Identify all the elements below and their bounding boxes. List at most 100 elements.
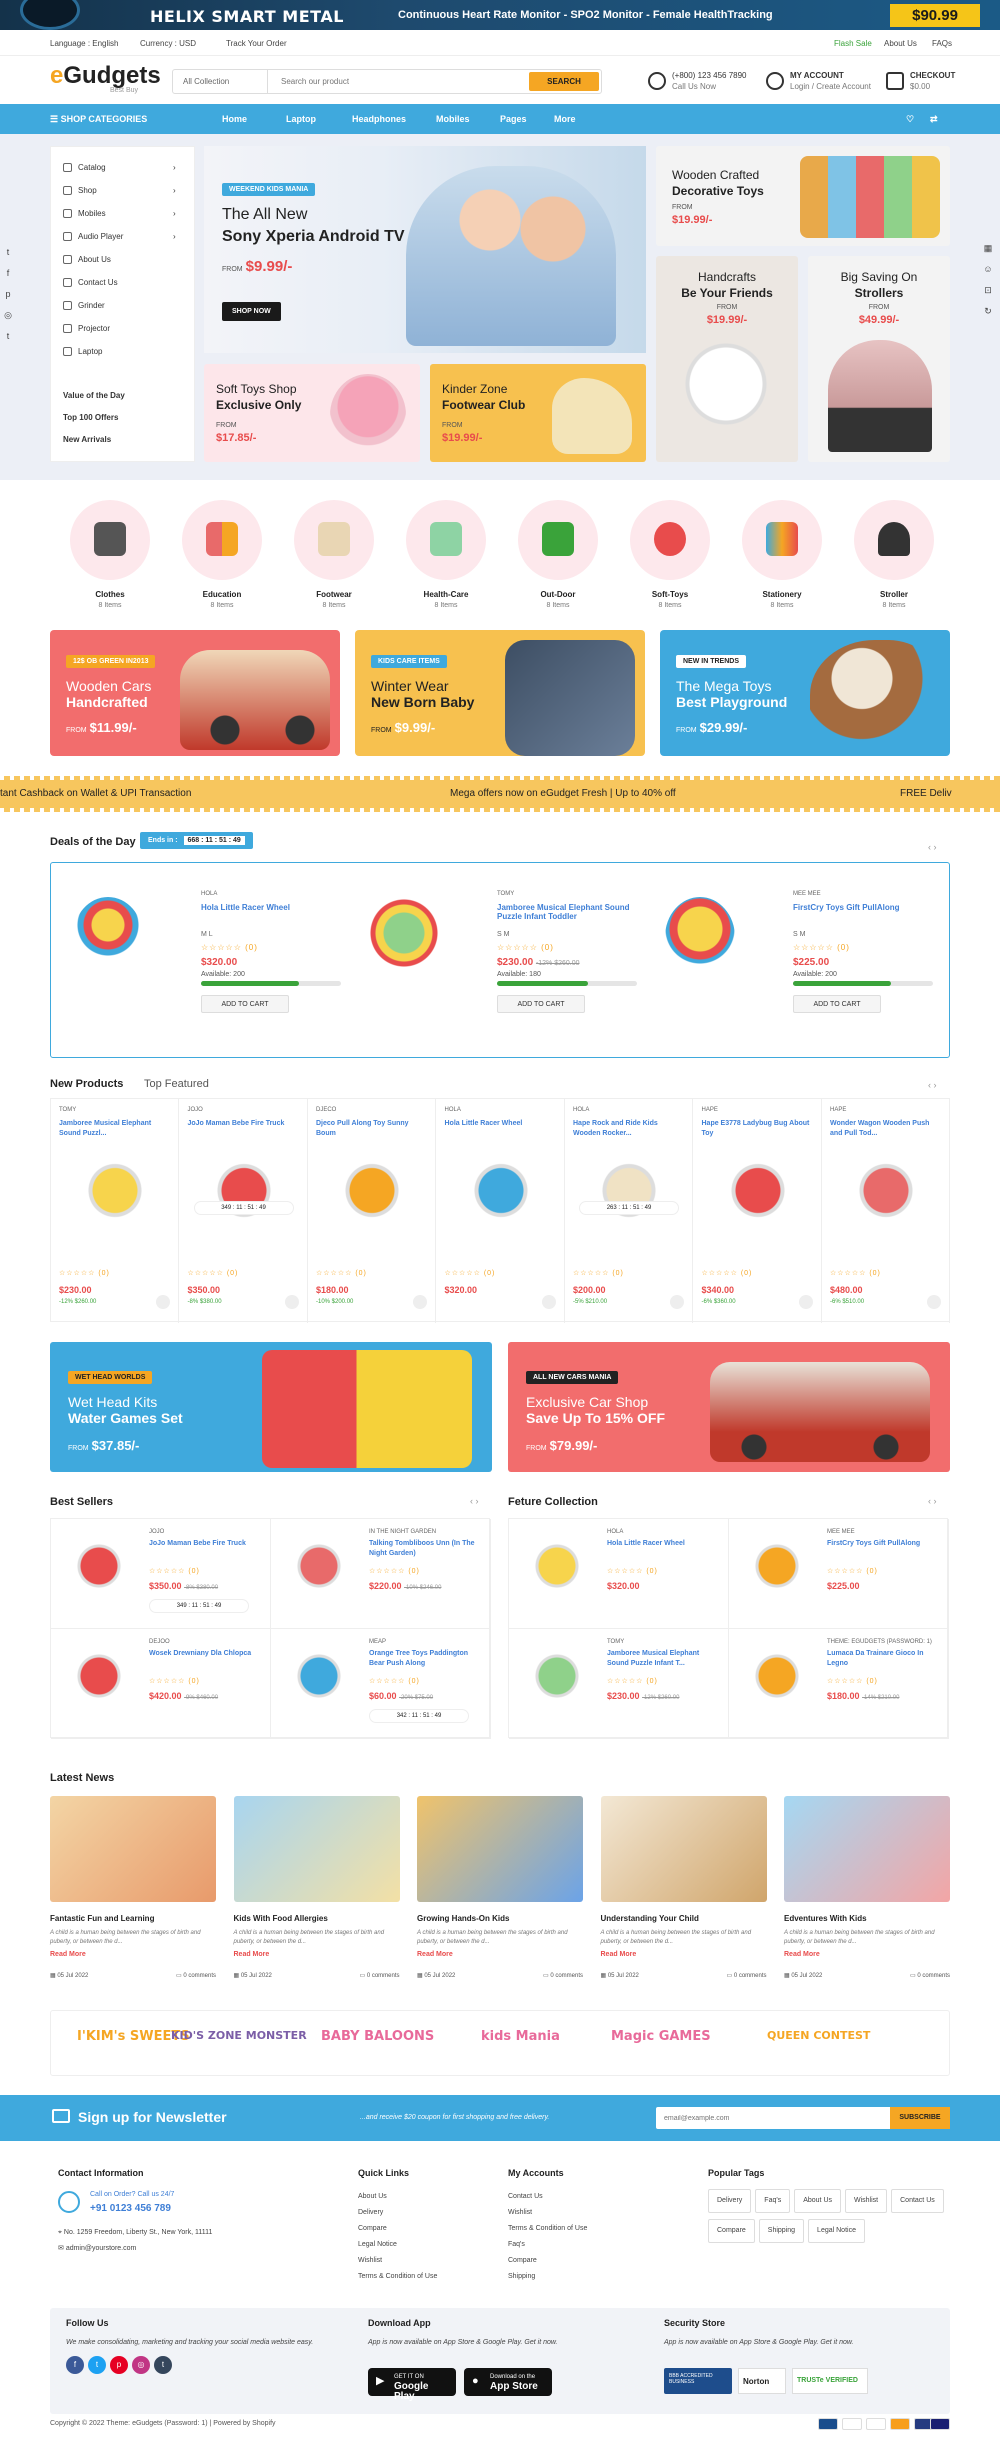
footer-link[interactable]: Contact Us <box>508 2189 587 2205</box>
product-name[interactable]: Orange Tree Toys Paddington Bear Push Al… <box>369 1649 484 1669</box>
product-name[interactable]: JoJo Maman Bebe Fire Truck <box>188 1119 300 1129</box>
tab-new-products[interactable]: New Products <box>50 1078 123 1090</box>
sidebar-item-laptop[interactable]: Laptop <box>63 347 102 356</box>
category-out-door[interactable]: Out-Door 8 Items <box>518 500 598 609</box>
footer-link[interactable]: Delivery <box>358 2205 437 2221</box>
footer-link[interactable]: About Us <box>358 2189 437 2205</box>
footer-link[interactable]: Faq's <box>508 2237 587 2253</box>
category-stroller[interactable]: Stroller 8 Items <box>854 500 934 609</box>
nav-pages[interactable]: Pages <box>500 114 527 124</box>
promo-soft-toys[interactable]: Soft Toys Shop Exclusive Only FROM $17.8… <box>204 364 420 462</box>
deals-nav-arrows[interactable]: ‹ › <box>928 842 937 852</box>
facebook-icon[interactable]: f <box>0 265 16 281</box>
sidebar-item-about[interactable]: About Us <box>63 255 111 264</box>
instagram-icon[interactable]: ◎ <box>132 2356 150 2374</box>
product-card[interactable]: DJECO Djeco Pull Along Toy Sunny Boum ☆☆☆☆… <box>308 1099 436 1323</box>
footer-phone[interactable]: +91 0123 456 789 <box>90 2201 258 2217</box>
deal-card[interactable]: TOMY Jamboree Musical Elephant Sound Puzz… <box>357 887 647 1037</box>
footer-email[interactable]: admin@yourstore.com <box>66 2245 137 2252</box>
news-title[interactable]: Growing Hands-On Kids <box>417 1914 583 1923</box>
list-item[interactable]: TOMY Jamboree Musical Elephant Sound Puzz… <box>509 1629 729 1739</box>
phone-info[interactable]: (+800) 123 456 7890 Call Us Now <box>648 70 747 92</box>
news-title[interactable]: Fantastic Fun and Learning <box>50 1914 216 1923</box>
tab-top-featured[interactable]: Top Featured <box>144 1078 209 1090</box>
footer-tag[interactable]: Delivery <box>708 2189 752 2213</box>
language-select[interactable]: Language : English <box>50 39 119 48</box>
news-card[interactable]: Growing Hands-On Kids A child is a human … <box>417 1796 583 1996</box>
brand-logo[interactable]: Magic GAMES <box>611 2029 711 2044</box>
account-icon[interactable]: ☺ <box>980 261 996 277</box>
footer-tag[interactable]: Legal Notice <box>808 2219 865 2243</box>
cart-icon[interactable] <box>541 1295 556 1309</box>
deal-card[interactable]: HOLA Hola Little Racer Wheel M L ☆☆☆☆☆ (0)… <box>61 887 351 1037</box>
footer-link[interactable]: Wishlist <box>508 2205 587 2221</box>
tumblr-icon[interactable]: t <box>0 328 16 344</box>
sidebar-item-audio[interactable]: Audio Player › <box>63 232 176 241</box>
sidebar-item-grinder[interactable]: Grinder <box>63 301 105 310</box>
news-title[interactable]: Edventures With Kids <box>784 1914 950 1923</box>
read-more-link[interactable]: Read More <box>601 1951 767 1958</box>
sidebar-item-contact[interactable]: Contact Us <box>63 278 118 287</box>
list-item[interactable]: MEAP Orange Tree Toys Paddington Bear Pus… <box>271 1629 491 1739</box>
nav-mobiles[interactable]: Mobiles <box>436 114 470 124</box>
category-footwear[interactable]: Footwear 8 Items <box>294 500 374 609</box>
brand-logo[interactable]: QUEEN CONTEST <box>767 2029 870 2042</box>
account-info[interactable]: MY ACCOUNT Login / Create Account <box>766 70 871 92</box>
footer-tag[interactable]: About Us <box>794 2189 841 2213</box>
product-name[interactable]: FirstCry Toys Gift PullAlong <box>827 1539 942 1549</box>
promo-strollers[interactable]: Big Saving On Strollers FROM $49.99/- <box>808 256 950 462</box>
hero-slider[interactable]: WEEKEND KIDS MANIA The All New Sony Xper… <box>204 146 646 353</box>
product-name[interactable]: Wosek Drewniany Dla Chlopca <box>149 1649 264 1659</box>
product-name[interactable]: Lumaca Da Trainare Gioco In Legno <box>827 1649 942 1669</box>
footer-link[interactable]: Wishlist <box>358 2253 437 2269</box>
product-card[interactable]: HAPE Wonder Wagon Wooden Push and Pull To… <box>822 1099 950 1323</box>
brand-logo[interactable]: BABY BALOONS <box>321 2029 434 2044</box>
products-nav-arrows[interactable]: ‹ › <box>928 1080 937 1090</box>
read-more-link[interactable]: Read More <box>784 1951 950 1958</box>
wishlist-icon[interactable]: ♡ <box>906 114 914 125</box>
news-card[interactable]: Edventures With Kids A child is a human b… <box>784 1796 950 1996</box>
twitter-icon[interactable]: t <box>0 244 16 260</box>
category-stationery[interactable]: Stationery 8 Items <box>742 500 822 609</box>
search-category-select[interactable]: All Collection <box>173 70 268 93</box>
google-play-button[interactable]: ▶ GET IT ON Google Play <box>368 2368 456 2402</box>
track-order-link[interactable]: Track Your Order <box>226 39 287 48</box>
news-title[interactable]: Understanding Your Child <box>601 1914 767 1923</box>
shop-categories-button[interactable]: ☰ SHOP CATEGORIES <box>50 114 147 125</box>
subscribe-button[interactable]: SUBSCRIBE <box>890 2107 950 2129</box>
facebook-icon[interactable]: f <box>66 2356 84 2374</box>
checkout-info[interactable]: CHECKOUT $0.00 <box>886 70 955 92</box>
banner-wet-head[interactable]: WET HEAD WORLDS Wet Head Kits Water Game… <box>50 1342 492 1472</box>
cart-icon[interactable] <box>413 1295 427 1309</box>
news-title[interactable]: Kids With Food Allergies <box>234 1914 400 1923</box>
calendar-icon[interactable]: ▦ <box>980 240 996 256</box>
read-more-link[interactable]: Read More <box>417 1951 583 1958</box>
pinterest-icon[interactable]: p <box>110 2356 128 2374</box>
footer-tag[interactable]: Contact Us <box>891 2189 944 2213</box>
product-name[interactable]: Hape E3778 Ladybug Bug About Toy <box>702 1119 814 1139</box>
promo-footwear[interactable]: Kinder Zone Footwear Club FROM $19.99/- <box>430 364 646 462</box>
nav-headphones[interactable]: Headphones <box>352 114 406 124</box>
site-logo[interactable]: eGudgets Best Buy <box>50 62 161 94</box>
footer-link[interactable]: Terms & Condition of Use <box>508 2221 587 2237</box>
compare-icon[interactable]: ⇄ <box>930 114 938 125</box>
add-to-cart-button[interactable]: ADD TO CART <box>497 995 585 1013</box>
product-name[interactable]: Djeco Pull Along Toy Sunny Boum <box>316 1119 428 1139</box>
refresh-icon[interactable]: ↻ <box>980 303 996 319</box>
footer-tag[interactable]: Wishlist <box>845 2189 888 2213</box>
footer-link[interactable]: Legal Notice <box>358 2237 437 2253</box>
promo-handcrafts[interactable]: Handcrafts Be Your Friends FROM $19.99/- <box>656 256 798 462</box>
category-health-care[interactable]: Health-Care 8 Items <box>406 500 486 609</box>
pinterest-icon[interactable]: p <box>0 286 16 302</box>
category-clothes[interactable]: Clothes 8 Items <box>70 500 150 609</box>
cart-icon[interactable] <box>670 1295 684 1309</box>
about-link[interactable]: About Us <box>884 39 917 48</box>
footer-link[interactable]: Compare <box>358 2221 437 2237</box>
promo-price[interactable]: $90.99 <box>890 4 980 27</box>
read-more-link[interactable]: Read More <box>234 1951 400 1958</box>
product-name[interactable]: Hola Little Racer Wheel <box>445 1119 557 1129</box>
brand-logo[interactable]: KID'S ZONE MONSTER <box>171 2029 307 2042</box>
product-card[interactable]: JOJO JoJo Maman Bebe Fire Truck 349 : 11 :… <box>180 1099 308 1323</box>
nav-laptop[interactable]: Laptop <box>286 114 316 124</box>
search-input[interactable] <box>273 70 498 93</box>
